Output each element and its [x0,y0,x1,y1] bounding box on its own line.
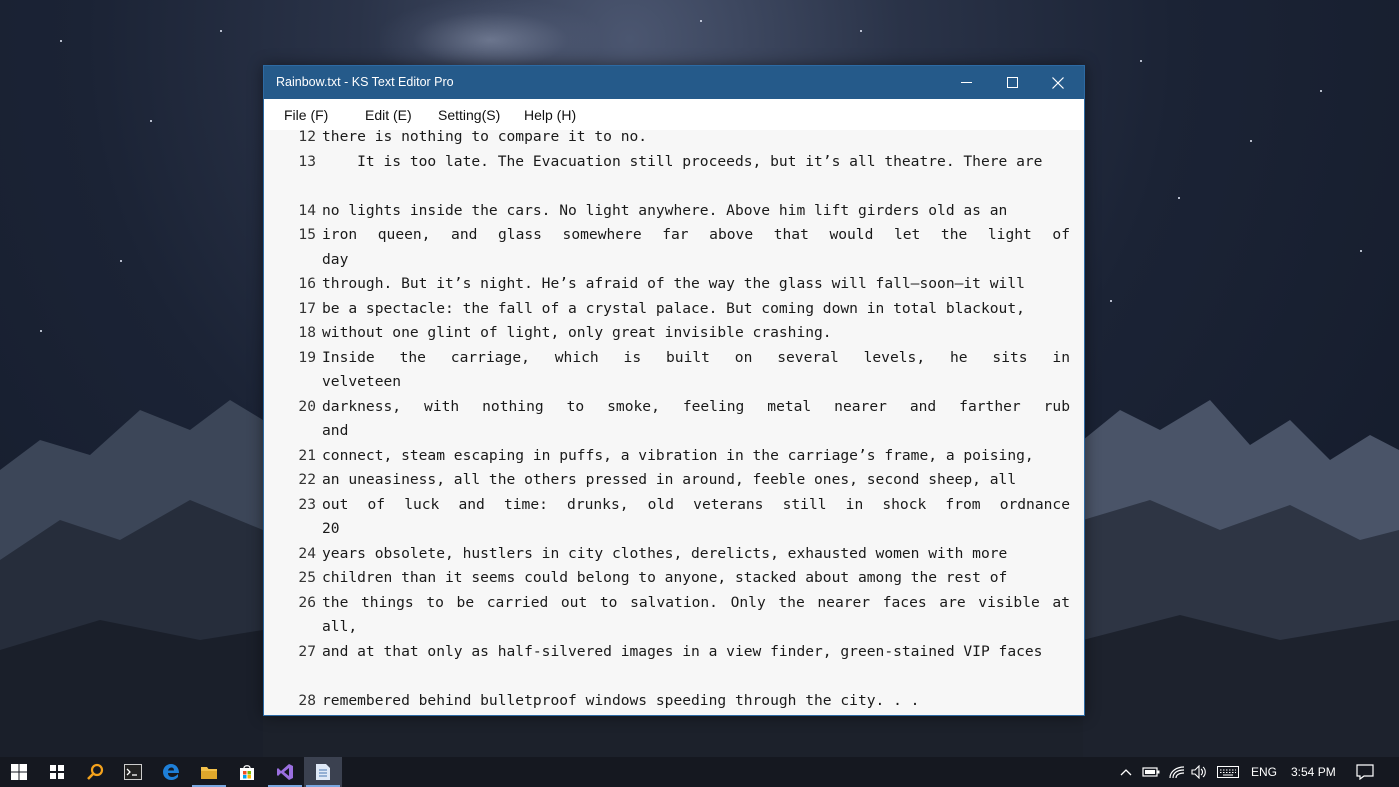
line-number: 28 [298,691,316,709]
text-editor-window: Rainbow.txt - KS Text Editor Pro File (F… [263,65,1085,716]
line-number: 13 [298,152,316,170]
terminal-button[interactable] [114,757,152,787]
tiles-icon [50,765,64,779]
line-number: 25 [298,569,316,586]
volume-button[interactable] [1188,757,1210,787]
close-icon [1052,76,1064,89]
terminal-icon [124,764,142,780]
line-number: 16 [298,275,316,292]
text-editor-area[interactable]: 12 there is nothing to compare it to no. 1… [264,130,1082,715]
line-number: 27 [298,642,316,660]
line-number: 14 [298,201,316,219]
action-center-button[interactable] [1346,757,1384,787]
text-line: there is nothing to compare it to no. [322,130,648,145]
edge-icon [163,764,179,780]
search-button[interactable] [76,757,114,787]
text-line: without one glint of light, only great i… [322,324,832,341]
window-title: Rainbow.txt - KS Text Editor Pro [276,75,454,89]
line-number: 20 [298,397,316,415]
text-line: be a spectacle: the fall of a crystal pa… [322,299,1025,317]
minimize-button[interactable] [943,66,989,99]
store-button[interactable] [228,757,266,787]
visual-studio-icon [277,764,293,780]
battery-icon [1142,767,1160,777]
wifi-icon [1169,766,1185,779]
line-number: 19 [298,348,316,366]
text-line: and at that only as half-silvered images… [322,642,1043,660]
text-line: Inside the carriage, which is built on s… [322,348,1070,366]
close-button[interactable] [1035,66,1081,99]
visual-studio-button[interactable] [266,757,304,787]
text-line: iron queen, and glass somewhere far abov… [322,226,1070,243]
windows-logo-icon [11,764,27,780]
text-line: all, [322,618,358,635]
speaker-icon [1191,765,1206,779]
touch-keyboard-button[interactable] [1214,757,1242,787]
file-explorer-button[interactable] [190,757,228,787]
minimize-icon [960,82,972,83]
edge-browser-button[interactable] [152,757,190,787]
text-line: velveteen [322,373,402,390]
show-hidden-icons-button[interactable] [1117,757,1135,787]
text-line: and [322,422,349,439]
line-number: 26 [298,593,316,611]
line-number: 21 [298,446,316,464]
menu-bar: File (F) Edit (E) Setting(S) Help (H) [264,99,1084,130]
text-line: an uneasiness, all the others pressed in… [322,471,1017,488]
text-line: It is too late. The Evacuation still pro… [322,152,1043,170]
line-number: 24 [298,544,316,562]
clock[interactable]: 3:54 PM [1291,765,1336,779]
keyboard-icon [1217,766,1239,778]
ks-text-editor-button[interactable] [304,757,342,787]
notification-icon [1356,764,1374,780]
search-icon [87,763,104,780]
line-number: 15 [298,226,316,243]
task-view-button[interactable] [38,757,76,787]
text-line: out of luck and time: drunks, old vetera… [322,495,1070,513]
start-button[interactable] [0,757,38,787]
text-line: remembered behind bulletproof windows sp… [322,691,920,709]
line-number: 18 [298,324,316,341]
battery-button[interactable] [1140,757,1162,787]
text-line: connect, steam escaping in puffs, a vibr… [322,446,1034,464]
line-number: 17 [298,299,316,317]
network-button[interactable] [1166,757,1188,787]
text-line: years obsolete, hustlers in city clothes… [322,544,1008,562]
text-line: 20 [322,520,340,537]
menu-help[interactable]: Help (H) [524,107,576,123]
folder-icon [201,767,217,779]
maximize-icon [1006,77,1018,88]
line-number: 12 [298,130,316,145]
text-line: through. But it’s night. He’s afraid of … [322,275,1025,292]
line-number: 23 [298,495,316,513]
taskbar: ENG 3:54 PM [0,757,1399,787]
text-line: no lights inside the cars. No light anyw… [322,201,1008,219]
menu-file[interactable]: File (F) [284,107,328,123]
line-number: 22 [298,471,316,488]
input-language[interactable]: ENG [1251,765,1277,779]
text-line: darkness, with nothing to smoke, feeling… [322,397,1070,415]
maximize-button[interactable] [989,66,1035,99]
text-line: day [322,250,349,268]
document-icon [316,764,330,780]
text-line: children than it seems could belong to a… [322,569,1008,586]
store-bag-icon [240,765,254,780]
text-line: the things to be carried out to salvatio… [322,593,1070,611]
title-bar[interactable]: Rainbow.txt - KS Text Editor Pro [264,66,1084,99]
menu-settings[interactable]: Setting(S) [438,107,500,123]
chevron-up-icon [1120,769,1132,776]
menu-edit[interactable]: Edit (E) [365,107,412,123]
